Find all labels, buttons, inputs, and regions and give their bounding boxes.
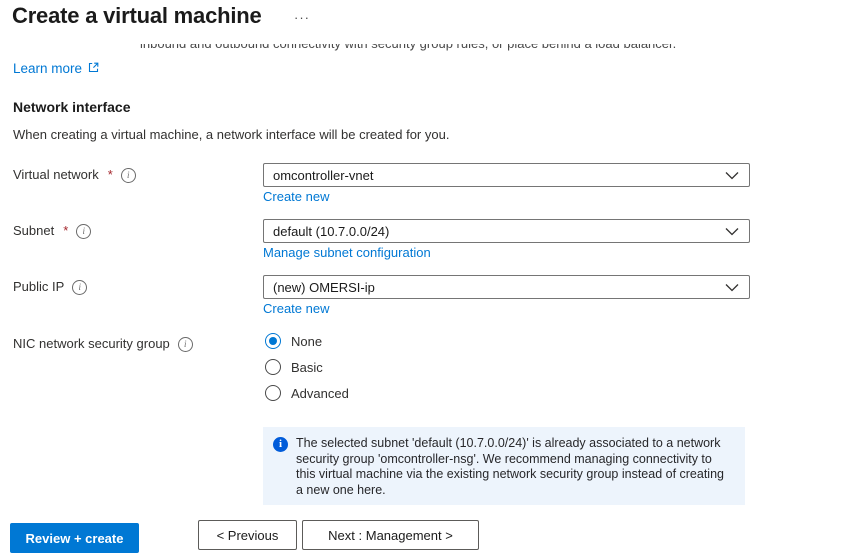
create-new-public-ip-label: Create new (263, 301, 329, 316)
info-icon[interactable] (178, 337, 193, 352)
nsg-option-advanced[interactable]: Advanced (265, 384, 349, 402)
section-description: When creating a virtual machine, a netwo… (13, 127, 449, 142)
section-heading: Network interface (13, 99, 130, 115)
learn-more-label: Learn more (13, 61, 82, 76)
next-management-button[interactable]: Next : Management > (302, 520, 479, 550)
info-icon[interactable] (121, 168, 136, 183)
subnet-value: default (10.7.0.0/24) (264, 224, 389, 239)
chevron-down-icon (725, 227, 749, 236)
nic-nsg-label-text: NIC network security group (13, 332, 170, 356)
subnet-label: Subnet * (13, 219, 91, 243)
learn-more-link[interactable]: Learn more (13, 61, 99, 76)
public-ip-label-text: Public IP (13, 275, 64, 299)
public-ip-label: Public IP (13, 275, 87, 299)
public-ip-dropdown[interactable]: (new) OMERSI-ip (263, 275, 750, 299)
manage-subnet-configuration-link[interactable]: Manage subnet configuration (263, 245, 431, 260)
subnet-dropdown[interactable]: default (10.7.0.0/24) (263, 219, 750, 243)
virtual-network-label-text: Virtual network (13, 163, 99, 187)
virtual-network-label: Virtual network * (13, 163, 136, 187)
radio-button-selected[interactable] (265, 333, 281, 349)
manage-subnet-configuration-label: Manage subnet configuration (263, 245, 431, 260)
info-banner: The selected subnet 'default (10.7.0.0/2… (263, 427, 745, 505)
info-icon[interactable] (72, 280, 87, 295)
more-options-icon[interactable]: ··· (290, 8, 314, 27)
review-create-button[interactable]: Review + create (10, 523, 139, 553)
virtual-network-value: omcontroller-vnet (264, 168, 373, 183)
public-ip-value: (new) OMERSI-ip (264, 280, 375, 295)
radio-button[interactable] (265, 385, 281, 401)
chevron-down-icon (725, 283, 749, 292)
nsg-option-none[interactable]: None (265, 332, 322, 350)
required-asterisk: * (108, 163, 113, 187)
nic-nsg-label: NIC network security group (13, 332, 193, 356)
create-new-vnet-link[interactable]: Create new (263, 189, 329, 204)
info-icon[interactable] (76, 224, 91, 239)
radio-label: Basic (291, 360, 323, 375)
chevron-down-icon (725, 171, 749, 180)
create-new-vnet-label: Create new (263, 189, 329, 204)
radio-label: Advanced (291, 386, 349, 401)
virtual-network-dropdown[interactable]: omcontroller-vnet (263, 163, 750, 187)
previous-button[interactable]: < Previous (198, 520, 297, 550)
subnet-label-text: Subnet (13, 219, 54, 243)
radio-label: None (291, 334, 322, 349)
create-new-public-ip-link[interactable]: Create new (263, 301, 329, 316)
nsg-option-basic[interactable]: Basic (265, 358, 323, 376)
info-filled-icon (273, 437, 288, 452)
external-link-icon (88, 61, 99, 76)
clipped-paragraph: inbound and outbound connectivity with s… (0, 44, 862, 53)
radio-button[interactable] (265, 359, 281, 375)
page-title: Create a virtual machine (12, 3, 262, 29)
clipped-paragraph-text: inbound and outbound connectivity with s… (0, 44, 862, 51)
info-banner-text: The selected subnet 'default (10.7.0.0/2… (296, 436, 731, 498)
required-asterisk: * (63, 219, 68, 243)
